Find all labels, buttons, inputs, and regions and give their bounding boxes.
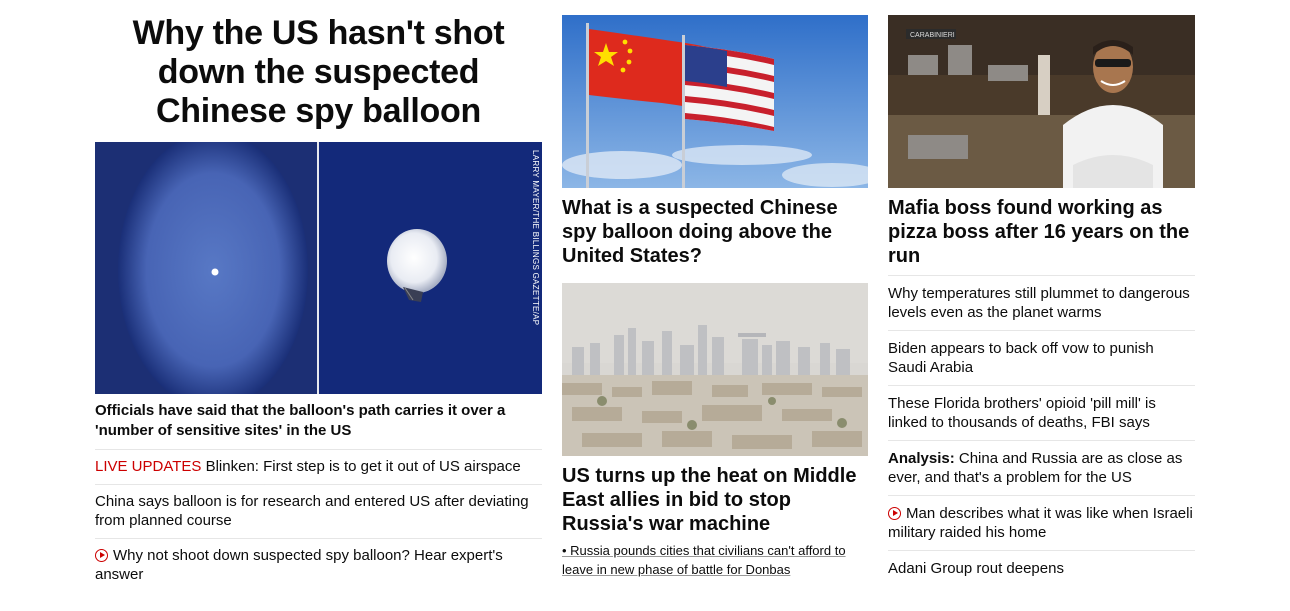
list-item-video[interactable]: Man describes what it was like when Isra… <box>888 496 1195 551</box>
list-item-video[interactable]: Why not shoot down suspected spy balloon… <box>95 539 542 592</box>
related-link[interactable]: • Russia pounds cities that civilians ca… <box>562 541 868 579</box>
list-item-text: Blinken: First step is to get it out of … <box>201 458 521 475</box>
chef-photo: CARABINIERI <box>888 15 1195 188</box>
list-item[interactable]: Adani Group rout deepens <box>888 551 1195 586</box>
image-credit: LARRY MAYER/THE BILLINGS GAZETTE/AP <box>531 150 540 326</box>
middle-column: What is a suspected Chinese spy balloon … <box>562 15 868 579</box>
chef-image[interactable]: CARABINIERI <box>888 15 1195 188</box>
news-page: Why the US hasn't shot down the suspecte… <box>0 0 1290 611</box>
lead-summary-link[interactable]: Officials have said that the balloon's p… <box>95 401 542 450</box>
list-item-live-updates[interactable]: LIVE UPDATES Blinken: First step is to g… <box>95 450 542 485</box>
play-icon <box>888 507 901 520</box>
list-item-analysis[interactable]: Analysis: China and Russia are as close … <box>888 441 1195 496</box>
flags-photo <box>562 15 868 188</box>
list-item[interactable]: These Florida brothers' opioid 'pill mil… <box>888 386 1195 441</box>
city-photo <box>562 283 868 456</box>
live-updates-label: LIVE UPDATES <box>95 458 202 475</box>
list-item-text: Why not shoot down suspected spy balloon… <box>95 547 503 583</box>
balloon-photo <box>95 142 542 394</box>
story-card-mafia[interactable]: CARABINIERI Mafia boss found working as … <box>888 15 1195 276</box>
list-item[interactable]: Why temperatures still plummet to danger… <box>888 276 1195 331</box>
play-icon <box>95 549 108 562</box>
story-headline[interactable]: Mafia boss found working as pizza boss a… <box>888 196 1195 276</box>
hero-image-balloon[interactable]: LARRY MAYER/THE BILLINGS GAZETTE/AP <box>95 142 542 394</box>
list-item[interactable]: Biden appears to back off vow to punish … <box>888 331 1195 386</box>
story-card-city[interactable]: US turns up the heat on Middle East alli… <box>562 283 868 579</box>
story-card-flags[interactable]: What is a suspected Chinese spy balloon … <box>562 15 868 268</box>
story-headline[interactable]: What is a suspected Chinese spy balloon … <box>562 196 868 268</box>
list-item[interactable]: China says balloon is for research and e… <box>95 485 542 539</box>
story-headline[interactable]: US turns up the heat on Middle East alli… <box>562 464 868 536</box>
analysis-label: Analysis: <box>888 450 955 467</box>
lead-story-column: Why the US hasn't shot down the suspecte… <box>95 14 542 592</box>
flags-image[interactable] <box>562 15 868 188</box>
hero-headline-link[interactable]: Why the US hasn't shot down the suspecte… <box>95 14 542 131</box>
city-image[interactable] <box>562 283 868 456</box>
list-item-text: Man describes what it was like when Isra… <box>888 505 1193 541</box>
svg-text:CARABINIERI: CARABINIERI <box>910 32 955 39</box>
related-link-text: • Russia pounds cities that civilians ca… <box>562 543 846 577</box>
right-column: CARABINIERI Mafia boss found working as … <box>888 15 1195 586</box>
